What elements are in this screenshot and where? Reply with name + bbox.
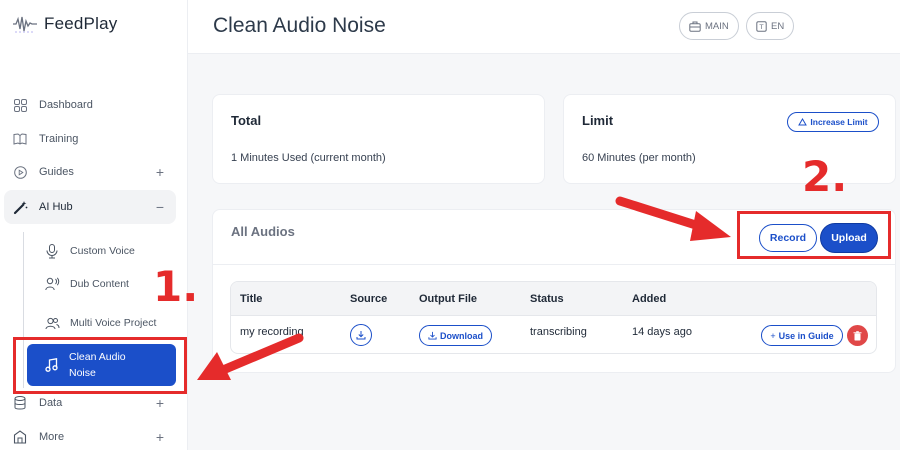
use-in-guide-label: Use in Guide <box>778 330 834 341</box>
card-title: Limit <box>582 113 614 128</box>
workspace-chip[interactable]: MAIN <box>679 12 739 40</box>
top-bar: Clean Audio Noise MAIN T EN <box>188 0 900 54</box>
sidebar-subitem-multi-voice-project[interactable]: Multi Voice Project <box>44 307 176 339</box>
sidebar-item-label: Training <box>39 133 79 145</box>
sidebar-item-ai-hub[interactable]: AI Hub − <box>4 190 176 224</box>
sidebar-item-label: AI Hub <box>39 201 73 213</box>
sidebar-subitem-custom-voice[interactable]: Custom Voice <box>44 240 176 262</box>
sidebar-item-dashboard[interactable]: Dashboard <box>12 88 176 122</box>
step2-arrow <box>615 196 731 241</box>
plus-icon: + <box>770 330 776 341</box>
sidebar-item-guides[interactable]: Guides + <box>12 155 176 189</box>
increase-limit-button[interactable]: Increase Limit <box>787 112 879 132</box>
column-header-source: Source <box>350 293 388 305</box>
divider <box>213 264 895 265</box>
language-chip-label: EN <box>771 20 785 32</box>
step1-number: 1. <box>153 262 199 311</box>
sidebar-item-training[interactable]: Training <box>12 122 176 156</box>
home-icon <box>12 429 28 445</box>
step2-number: 2. <box>802 152 848 201</box>
sidebar-subitem-label: Custom Voice <box>70 245 135 257</box>
expand-toggle[interactable]: + <box>156 164 164 180</box>
increase-limit-label: Increase Limit <box>810 117 868 127</box>
triangle-up-icon <box>798 118 808 126</box>
column-header-status: Status <box>530 293 564 305</box>
sidebar-item-label: More <box>39 431 65 443</box>
minutes-limit-text: 60 Minutes (per month) <box>582 152 696 164</box>
waveform-logo-icon <box>13 16 37 33</box>
step1-highlight-box <box>13 337 187 394</box>
card-title: Total <box>231 113 262 128</box>
table-header: Title Source Output File Status Added <box>231 282 876 316</box>
language-chip[interactable]: T EN <box>746 12 795 40</box>
audios-table: Title Source Output File Status Added my… <box>230 281 877 354</box>
page-title: Clean Audio Noise <box>213 14 386 37</box>
play-circle-icon <box>12 164 28 180</box>
added-cell: 14 days ago <box>632 326 692 338</box>
sidebar-item-more[interactable]: More + <box>12 420 176 450</box>
total-usage-card: Total 1 Minutes Used (current month) <box>212 94 545 184</box>
app-logo[interactable]: FeedPlay <box>12 14 117 34</box>
collapse-toggle[interactable]: − <box>156 199 164 215</box>
sidebar-item-label: Dashboard <box>39 99 93 111</box>
use-in-guide-button[interactable]: + Use in Guide <box>761 325 843 346</box>
output-download-button[interactable]: Download <box>419 325 492 346</box>
user-voice-icon <box>44 276 60 292</box>
briefcase-icon <box>689 21 701 32</box>
microphone-icon <box>44 243 60 259</box>
download-icon <box>356 331 366 340</box>
expand-toggle[interactable]: + <box>156 429 164 445</box>
users-icon <box>44 315 60 331</box>
section-title: All Audios <box>231 224 295 239</box>
download-icon <box>428 331 437 340</box>
svg-text:T: T <box>759 23 764 31</box>
column-header-output-file: Output File <box>419 293 478 305</box>
trash-icon <box>853 330 862 340</box>
expand-toggle[interactable]: + <box>156 395 164 411</box>
grid-icon <box>12 97 28 113</box>
column-header-title: Title <box>240 293 263 305</box>
magic-wand-icon <box>12 199 28 215</box>
book-icon <box>12 131 28 147</box>
sidebar-item-label: Data <box>39 397 63 409</box>
download-label: Download <box>440 330 483 341</box>
minutes-used-text: 1 Minutes Used (current month) <box>231 152 386 164</box>
step1-arrow <box>197 333 304 380</box>
status-cell: transcribing <box>530 326 587 338</box>
app-name: FeedPlay <box>44 14 118 33</box>
translate-icon: T <box>756 20 767 32</box>
source-download-button[interactable] <box>350 324 372 346</box>
database-icon <box>12 395 28 411</box>
sidebar-subitem-label: Dub Content <box>70 278 129 290</box>
sidebar-item-label: Guides <box>39 166 74 178</box>
delete-button[interactable] <box>847 325 868 346</box>
workspace-chip-label: MAIN <box>705 20 729 32</box>
sidebar-subitem-label: Multi Voice Project <box>70 316 157 329</box>
step2-highlight-box <box>737 211 891 259</box>
column-header-added: Added <box>632 293 667 305</box>
